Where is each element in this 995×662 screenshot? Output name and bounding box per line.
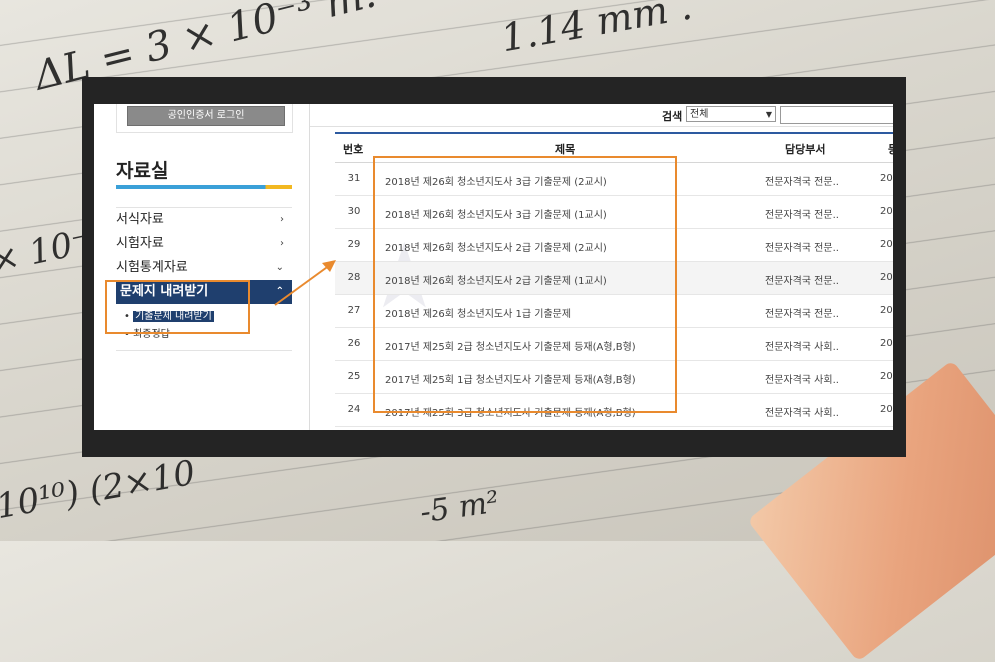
sidebar: 공인인증서 로그인 자료실 서식자료 › 시험자료 › 시험통계자료 ⌄ 문제지… (94, 104, 310, 430)
dropdown-caret-icon: ▼ (765, 110, 772, 119)
row-date: 20 (880, 173, 893, 184)
row-date: 20 (880, 305, 893, 316)
table-row[interactable]: 27 2018년 제26회 청소년지도사 1급 기출문제 전문자격국 전문.. 20 (335, 295, 893, 328)
highlight-box-sidebar (105, 280, 250, 334)
row-title-link[interactable]: 2018년 제26회 청소년지도사 3급 기출문제 (1교시) (385, 206, 607, 221)
row-department: 전문자격국 사회.. (765, 408, 839, 419)
chevron-down-icon: ⌄ (275, 262, 284, 273)
row-title-link[interactable]: 2017년 제25회 2급 청소년지도사 기출문제 등재(A형,B형) (385, 338, 636, 353)
row-number: 25 (347, 371, 361, 382)
row-date: 20 (880, 371, 893, 382)
row-department: 전문자격국 전문.. (765, 210, 839, 221)
header-dept: 담당부서 (785, 143, 826, 156)
row-department: 전문자격국 전문.. (765, 276, 839, 287)
row-department: 전문자격국 전문.. (765, 309, 839, 320)
table-row[interactable]: 24 2017년 제25회 3급 청소년지도사 기출문제 등재(A형,B형) 전문자… (335, 394, 893, 427)
table-row[interactable]: 26 2017년 제25회 2급 청소년지도사 기출문제 등재(A형,B형) 전문자… (335, 328, 893, 361)
search-scope-select[interactable]: 전체 ▼ (686, 106, 776, 122)
sidebar-item-forms[interactable]: 서식자료 › (116, 208, 292, 232)
title-underline (116, 185, 292, 189)
header-year: 등 (888, 141, 893, 157)
row-number: 27 (347, 305, 361, 316)
header-title: 제목 (555, 143, 576, 156)
web-page: 공인인증서 로그인 자료실 서식자료 › 시험자료 › 시험통계자료 ⌄ 문제지… (94, 104, 893, 430)
row-title-link[interactable]: 2018년 제26회 청소년지도사 1급 기출문제 (385, 305, 571, 320)
chevron-up-icon: ⌃ (275, 286, 284, 297)
row-department: 전문자격국 사회.. (765, 342, 839, 353)
sidebar-item-exam-statistics[interactable]: 시험통계자료 ⌄ (116, 256, 292, 280)
search-input[interactable] (780, 106, 893, 124)
table-row[interactable]: 25 2017년 제25회 1급 청소년지도사 기출문제 등재(A형,B형) 전문자… (335, 361, 893, 394)
row-date: 20 (880, 404, 893, 415)
row-department: 전문자격국 전문.. (765, 243, 839, 254)
chevron-right-icon: › (280, 238, 284, 249)
certificate-login-button[interactable]: 공인인증서 로그인 (127, 106, 285, 126)
row-title-link[interactable]: 2017년 제25회 3급 청소년지도사 기출문제 등재(A형,B형) (385, 404, 636, 419)
sidebar-item-label: 시험통계자료 (116, 260, 188, 275)
sidebar-title: 자료실 (116, 160, 169, 182)
select-value: 전체 (690, 109, 709, 120)
row-date: 20 (880, 239, 893, 250)
table-row[interactable]: 30 2018년 제26회 청소년지도사 3급 기출문제 (1교시) 전문자격국 전… (335, 196, 893, 229)
row-number: 29 (347, 239, 361, 250)
table-row[interactable]: 28 2018년 제26회 청소년지도사 2급 기출문제 (1교시) 전문자격국 전… (335, 262, 893, 295)
row-number: 26 (347, 338, 361, 349)
row-title-link[interactable]: 2018년 제26회 청소년지도사 2급 기출문제 (1교시) (385, 272, 607, 287)
table-header: 번호 제목 담당부서 등 (335, 132, 893, 163)
search-label: 검색 (662, 110, 683, 123)
table-row[interactable]: 31 2018년 제26회 청소년지도사 3급 기출문제 (2교시) 전문자격국 전… (335, 163, 893, 196)
row-department: 전문자격국 전문.. (765, 177, 839, 188)
row-number: 30 (347, 206, 361, 217)
header-num: 번호 (343, 143, 364, 156)
row-date: 20 (880, 206, 893, 217)
row-title-link[interactable]: 2017년 제25회 1급 청소년지도사 기출문제 등재(A형,B형) (385, 371, 636, 386)
search-bar: 검색 전체 ▼ (310, 104, 893, 127)
row-number: 24 (347, 404, 361, 415)
row-number: 31 (347, 173, 361, 184)
row-title-link[interactable]: 2018년 제26회 청소년지도사 2급 기출문제 (2교시) (385, 239, 607, 254)
sidebar-item-exam-materials[interactable]: 시험자료 › (116, 232, 292, 256)
row-department: 전문자격국 사회.. (765, 375, 839, 386)
sidebar-item-label: 시험자료 (116, 236, 164, 251)
login-box: 공인인증서 로그인 (116, 104, 293, 133)
chevron-right-icon: › (280, 214, 284, 225)
table-row[interactable]: 29 2018년 제26회 청소년지도사 2급 기출문제 (2교시) 전문자격국 전… (335, 229, 893, 262)
row-date: 20 (880, 272, 893, 283)
sidebar-item-label: 서식자료 (116, 212, 164, 227)
row-number: 28 (347, 272, 361, 283)
row-title-link[interactable]: 2018년 제26회 청소년지도사 3급 기출문제 (2교시) (385, 173, 607, 188)
exam-table: 번호 제목 담당부서 등 31 2018년 제26회 청소년지도사 3급 기출문제… (335, 132, 893, 427)
table-body: 31 2018년 제26회 청소년지도사 3급 기출문제 (2교시) 전문자격국 전… (335, 163, 893, 427)
row-date: 20 (880, 338, 893, 349)
